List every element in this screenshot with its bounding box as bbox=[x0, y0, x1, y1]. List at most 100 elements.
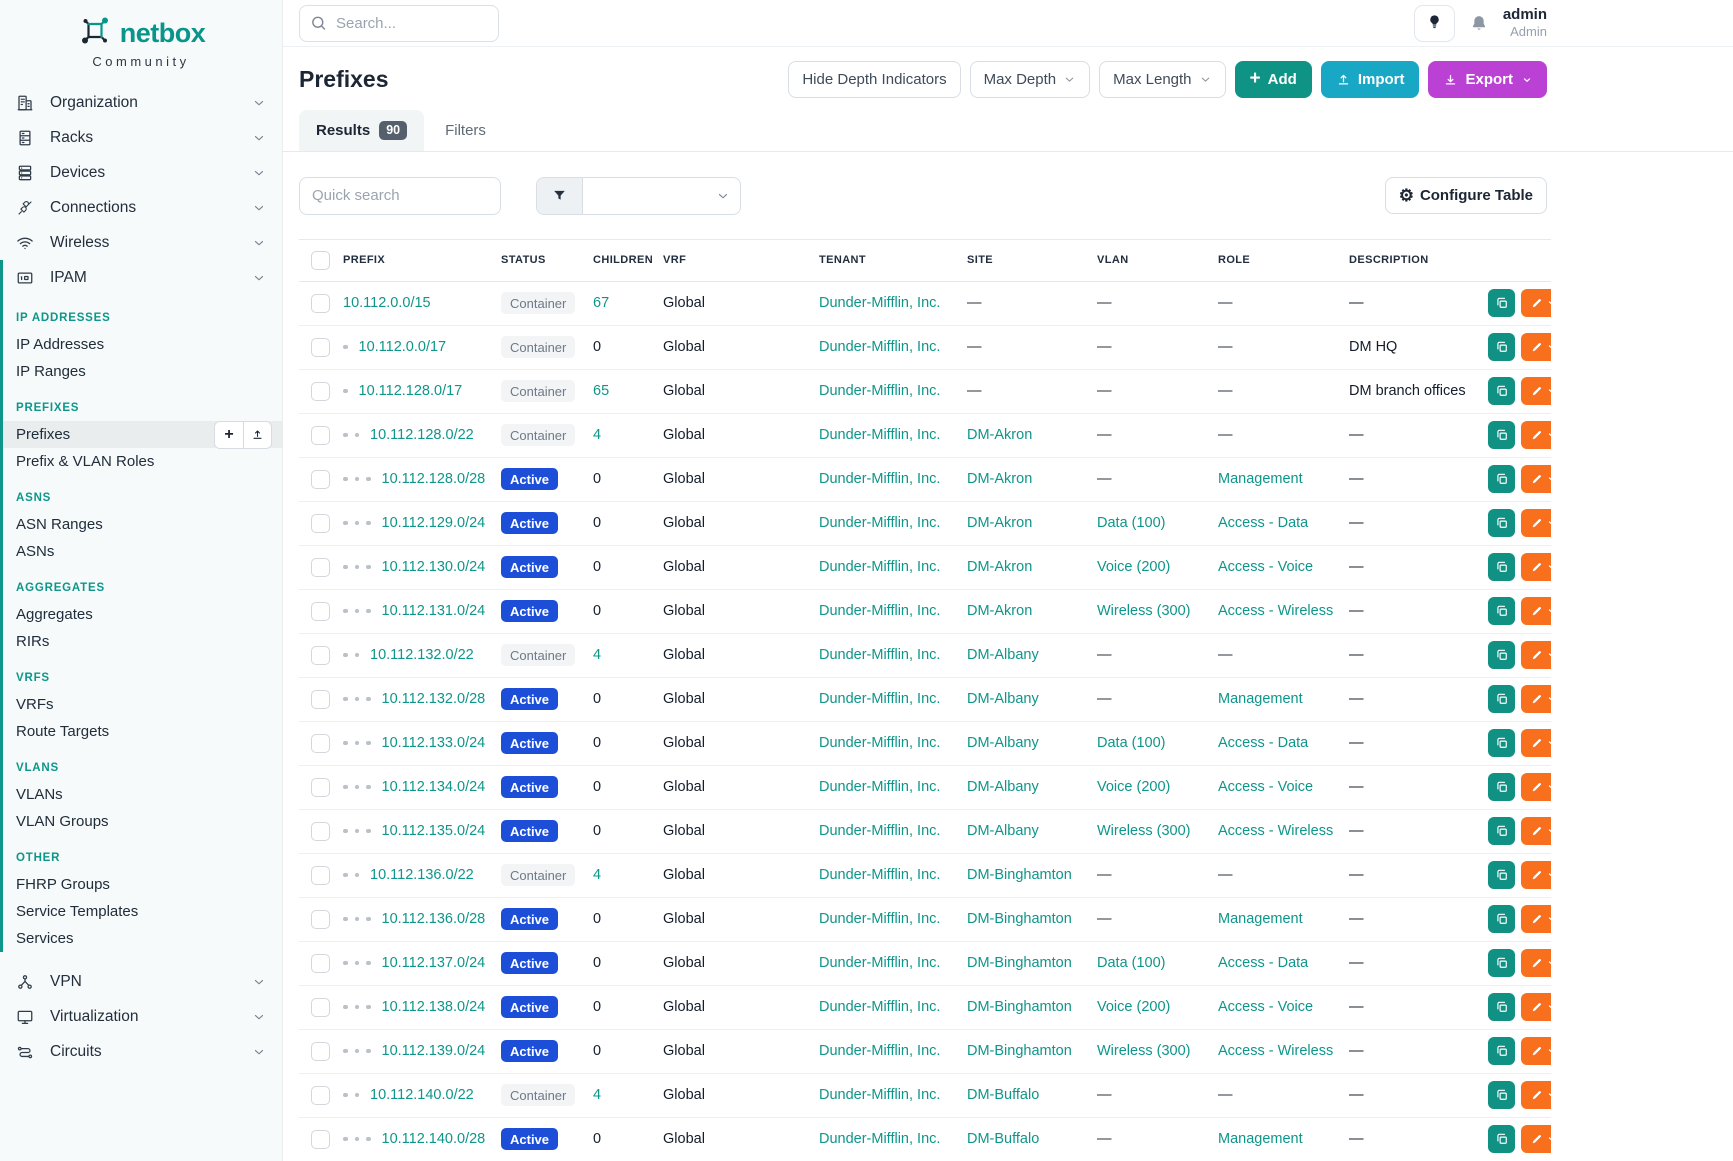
prefix-link[interactable]: 10.112.136.0/22 bbox=[370, 867, 474, 883]
export-dropdown[interactable]: Export bbox=[1428, 61, 1547, 98]
site-link[interactable]: DM-Albany bbox=[967, 779, 1039, 795]
tenant-link[interactable]: Dunder-Mifflin, Inc. bbox=[819, 515, 940, 531]
prefix-link[interactable]: 10.112.129.0/24 bbox=[382, 515, 486, 531]
tenant-link[interactable]: Dunder-Mifflin, Inc. bbox=[819, 911, 940, 927]
prefix-link[interactable]: 10.112.134.0/24 bbox=[382, 779, 486, 795]
edit-button[interactable] bbox=[1521, 289, 1551, 317]
role-link[interactable]: Access - Voice bbox=[1218, 559, 1313, 575]
max-depth-dropdown[interactable]: Max Depth bbox=[970, 61, 1091, 98]
sidebar-item-service-templates[interactable]: Service Templates bbox=[3, 898, 282, 925]
row-checkbox[interactable] bbox=[311, 778, 330, 797]
edit-button[interactable] bbox=[1521, 685, 1551, 713]
column-header-description[interactable]: DESCRIPTION bbox=[1349, 239, 1488, 281]
prefix-link[interactable]: 10.112.0.0/17 bbox=[359, 339, 447, 355]
site-link[interactable]: DM-Akron bbox=[967, 515, 1032, 531]
tenant-link[interactable]: Dunder-Mifflin, Inc. bbox=[819, 779, 940, 795]
import-prefix-button[interactable] bbox=[243, 422, 271, 448]
clone-button[interactable] bbox=[1488, 289, 1515, 317]
prefix-link[interactable]: 10.112.128.0/17 bbox=[359, 383, 463, 399]
prefix-link[interactable]: 10.112.135.0/24 bbox=[382, 823, 486, 839]
select-all-checkbox[interactable] bbox=[311, 251, 330, 270]
role-link[interactable]: Management bbox=[1218, 1131, 1303, 1147]
prefix-link[interactable]: 10.112.132.0/22 bbox=[370, 647, 474, 663]
row-checkbox[interactable] bbox=[311, 998, 330, 1017]
edit-button[interactable] bbox=[1521, 861, 1551, 889]
tenant-link[interactable]: Dunder-Mifflin, Inc. bbox=[819, 339, 940, 355]
column-header-tenant[interactable]: TENANT bbox=[819, 239, 967, 281]
tenant-link[interactable]: Dunder-Mifflin, Inc. bbox=[819, 823, 940, 839]
sidebar-item-devices[interactable]: Devices bbox=[0, 155, 282, 190]
sidebar-item-asns[interactable]: ASNs bbox=[3, 538, 282, 565]
edit-button[interactable] bbox=[1521, 465, 1551, 493]
row-checkbox[interactable] bbox=[311, 1042, 330, 1061]
site-link[interactable]: DM-Binghamton bbox=[967, 911, 1072, 927]
prefix-link[interactable]: 10.112.133.0/24 bbox=[382, 735, 486, 751]
clone-button[interactable] bbox=[1488, 377, 1515, 405]
column-header-site[interactable]: SITE bbox=[967, 239, 1097, 281]
site-link[interactable]: DM-Akron bbox=[967, 559, 1032, 575]
max-length-dropdown[interactable]: Max Length bbox=[1099, 61, 1225, 98]
row-checkbox[interactable] bbox=[311, 514, 330, 533]
prefix-link[interactable]: 10.112.128.0/28 bbox=[382, 471, 486, 487]
tenant-link[interactable]: Dunder-Mifflin, Inc. bbox=[819, 603, 940, 619]
sidebar-item-vrfs[interactable]: VRFs bbox=[3, 691, 282, 718]
vlan-link[interactable]: Wireless (300) bbox=[1097, 823, 1190, 839]
row-checkbox[interactable] bbox=[311, 822, 330, 841]
site-link[interactable]: DM-Buffalo bbox=[967, 1131, 1039, 1147]
vlan-link[interactable]: Data (100) bbox=[1097, 515, 1166, 531]
edit-button[interactable] bbox=[1521, 553, 1551, 581]
search-input[interactable] bbox=[299, 5, 499, 42]
quick-search-input[interactable] bbox=[299, 177, 501, 215]
sidebar-item-connections[interactable]: Connections bbox=[0, 190, 282, 225]
vlan-link[interactable]: Wireless (300) bbox=[1097, 603, 1190, 619]
tenant-link[interactable]: Dunder-Mifflin, Inc. bbox=[819, 867, 940, 883]
clone-button[interactable] bbox=[1488, 949, 1515, 977]
prefix-link[interactable]: 10.112.140.0/28 bbox=[382, 1131, 486, 1147]
sidebar-item-aggregates[interactable]: Aggregates bbox=[3, 601, 282, 628]
sidebar-item-ip-addresses[interactable]: IP Addresses bbox=[3, 331, 282, 358]
sidebar-item-virtualization[interactable]: Virtualization bbox=[0, 999, 282, 1034]
row-checkbox[interactable] bbox=[311, 470, 330, 489]
role-link[interactable]: Management bbox=[1218, 471, 1303, 487]
clone-button[interactable] bbox=[1488, 993, 1515, 1021]
saved-filter-select[interactable] bbox=[536, 177, 741, 215]
tenant-link[interactable]: Dunder-Mifflin, Inc. bbox=[819, 383, 940, 399]
prefix-link[interactable]: 10.112.140.0/22 bbox=[370, 1087, 474, 1103]
site-link[interactable]: DM-Binghamton bbox=[967, 955, 1072, 971]
edit-button[interactable] bbox=[1521, 993, 1551, 1021]
column-header-children[interactable]: CHILDREN bbox=[593, 239, 663, 281]
clone-button[interactable] bbox=[1488, 597, 1515, 625]
row-checkbox[interactable] bbox=[311, 382, 330, 401]
vlan-link[interactable]: Data (100) bbox=[1097, 955, 1166, 971]
import-button[interactable]: Import bbox=[1321, 61, 1420, 98]
add-prefix-button[interactable]: + bbox=[215, 422, 243, 448]
site-link[interactable]: DM-Binghamton bbox=[967, 1043, 1072, 1059]
prefix-link[interactable]: 10.112.0.0/15 bbox=[343, 295, 431, 311]
column-header-status[interactable]: STATUS bbox=[501, 239, 593, 281]
clone-button[interactable] bbox=[1488, 1125, 1515, 1153]
tenant-link[interactable]: Dunder-Mifflin, Inc. bbox=[819, 1043, 940, 1059]
row-checkbox[interactable] bbox=[311, 734, 330, 753]
row-checkbox[interactable] bbox=[311, 1086, 330, 1105]
children-link[interactable]: 4 bbox=[593, 867, 601, 883]
tenant-link[interactable]: Dunder-Mifflin, Inc. bbox=[819, 1131, 940, 1147]
clone-button[interactable] bbox=[1488, 861, 1515, 889]
prefix-link[interactable]: 10.112.130.0/24 bbox=[382, 559, 486, 575]
sidebar-item-vlan-groups[interactable]: VLAN Groups bbox=[3, 808, 282, 835]
vlan-link[interactable]: Data (100) bbox=[1097, 735, 1166, 751]
children-link[interactable]: 4 bbox=[593, 647, 601, 663]
role-link[interactable]: Management bbox=[1218, 691, 1303, 707]
role-link[interactable]: Access - Wireless bbox=[1218, 603, 1333, 619]
row-checkbox[interactable] bbox=[311, 426, 330, 445]
clone-button[interactable] bbox=[1488, 817, 1515, 845]
user-menu[interactable]: admin Admin bbox=[1503, 6, 1547, 40]
vlan-link[interactable]: Voice (200) bbox=[1097, 999, 1170, 1015]
role-link[interactable]: Management bbox=[1218, 911, 1303, 927]
clone-button[interactable] bbox=[1488, 685, 1515, 713]
vlan-link[interactable]: Voice (200) bbox=[1097, 779, 1170, 795]
role-link[interactable]: Access - Voice bbox=[1218, 999, 1313, 1015]
configure-table-button[interactable]: ⚙ Configure Table bbox=[1385, 177, 1547, 214]
row-checkbox[interactable] bbox=[311, 602, 330, 621]
tenant-link[interactable]: Dunder-Mifflin, Inc. bbox=[819, 427, 940, 443]
edit-button[interactable] bbox=[1521, 905, 1551, 933]
